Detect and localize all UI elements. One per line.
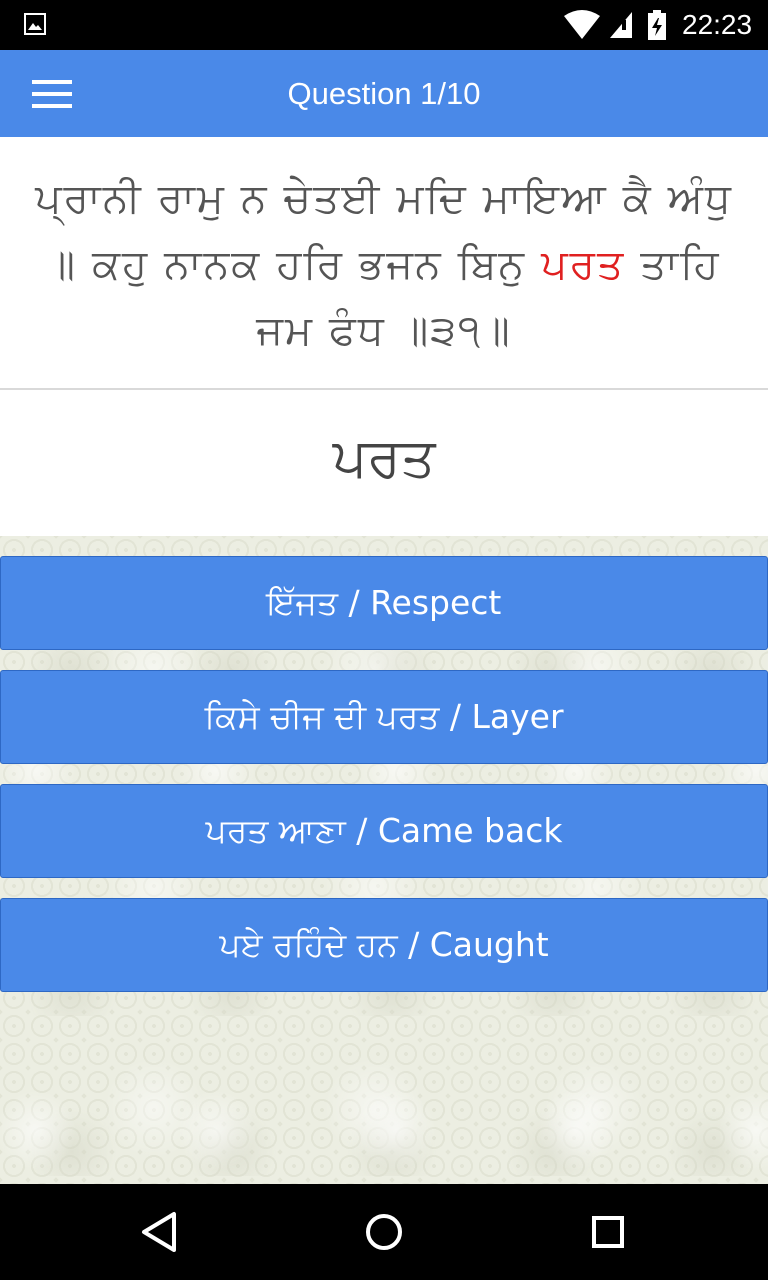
app-bar: Question 1/10 [0,50,768,137]
navigation-bar [0,1184,768,1280]
verse-text: ਪ੍ਰਾਨੀ ਰਾਮੁ ਨ ਚੇਤਈ ਮਦਿ ਮਾਇਆ ਕੈ ਅੰਧੁ ॥ ਕਹ… [30,165,738,363]
wifi-icon [564,10,600,39]
option-button-2[interactable]: ਕਿਸੇ ਚੀਜ ਦੀ ਪਰਤ / Layer [0,670,768,764]
battery-icon [648,10,666,40]
option-button-4[interactable]: ਪਏ ਰਹਿੰਦੇ ਹਨ / Caught [0,898,768,992]
option-button-3[interactable]: ਪਰਤ ਆਣਾ / Came back [0,784,768,878]
status-bar: 22:23 [0,0,768,50]
option-button-1[interactable]: ਇੱਜਤ / Respect [0,556,768,650]
verse-highlight-word: ਪਰਤ [541,240,626,288]
status-time: 22:23 [682,9,753,40]
question-word: ਪਰਤ [332,426,436,489]
screen: 22:23 Question 1/10 ਪ੍ਰਾਨੀ ਰਾਮੁ ਨ ਚੇਤਈ ਮ… [0,0,768,1280]
page-title: Question 1/10 [287,76,481,111]
gallery-icon [24,13,46,35]
signal-icon [610,12,632,38]
word-panel: ਪਰਤ [0,390,768,536]
home-icon[interactable] [358,1206,410,1258]
hamburger-menu-icon[interactable] [28,76,76,112]
back-icon[interactable] [134,1206,186,1258]
verse-panel: ਪ੍ਰਾਨੀ ਰਾਮੁ ਨ ਚੇਤਈ ਮਦਿ ਮਾਇਆ ਕੈ ਅੰਧੁ ॥ ਕਹ… [0,137,768,390]
recents-icon[interactable] [582,1206,634,1258]
